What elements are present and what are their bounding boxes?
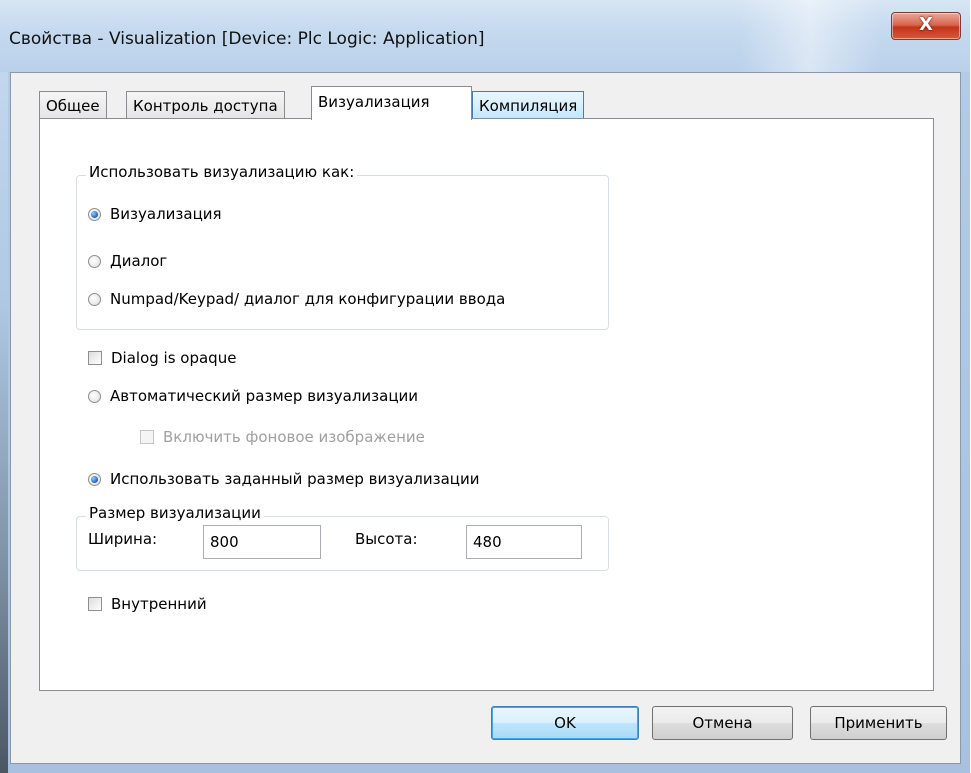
height-label: Высота: [355, 530, 418, 548]
radio-auto-size[interactable] [88, 389, 101, 403]
fixed-size-row[interactable]: Использовать заданный размер визуализаци… [88, 470, 480, 488]
background-image-checkbox[interactable] [140, 430, 154, 444]
properties-dialog-window: Свойства - Visualization [Device: Plc Lo… [0, 0, 970, 773]
tab-access-control[interactable]: Контроль доступа [126, 91, 285, 119]
radio-numpad[interactable] [88, 292, 101, 306]
background-image-row[interactable]: Включить фоновое изображение [140, 428, 425, 446]
apply-button[interactable]: Применить [810, 706, 947, 740]
tab-visualization-label: Визуализация [318, 93, 430, 111]
width-input[interactable]: 800 [203, 525, 321, 559]
tab-general[interactable]: Общее [39, 91, 107, 119]
use-as-group-caption: Использовать визуализацию как: [86, 163, 358, 181]
tab-access-control-label: Контроль доступа [133, 97, 278, 115]
radio-visualization-row[interactable]: Визуализация [88, 205, 222, 223]
background-image-label: Включить фоновое изображение [163, 428, 425, 446]
tab-general-label: Общее [46, 97, 100, 115]
radio-numpad-row[interactable]: Numpad/Keypad/ диалог для конфигурации в… [88, 290, 505, 308]
auto-size-label: Автоматический размер визуализации [110, 387, 419, 405]
radio-dialog[interactable] [88, 254, 101, 268]
title-bar[interactable]: Свойства - Visualization [Device: Plc Lo… [0, 0, 970, 72]
height-input[interactable]: 480 [466, 525, 582, 559]
close-button[interactable]: X [891, 12, 961, 40]
radio-visualization-label: Визуализация [110, 205, 222, 223]
visualization-tab-panel: Использовать визуализацию как: Визуализа… [39, 118, 934, 691]
ok-button[interactable]: OK [491, 706, 639, 740]
auto-size-row[interactable]: Автоматический размер визуализации [88, 387, 418, 405]
dialog-opaque-row[interactable]: Dialog is opaque [88, 349, 236, 367]
fixed-size-label: Использовать заданный размер визуализаци… [110, 470, 480, 488]
internal-row[interactable]: Внутренний [88, 595, 207, 613]
cancel-button[interactable]: Отмена [652, 706, 793, 740]
window-title: Свойства - Visualization [Device: Plc Lo… [9, 29, 485, 49]
radio-fixed-size[interactable] [88, 472, 101, 486]
height-value: 480 [473, 533, 502, 551]
internal-label: Внутренний [111, 595, 207, 613]
radio-dialog-row[interactable]: Диалог [88, 252, 167, 270]
tab-visualization[interactable]: Визуализация [311, 86, 472, 120]
width-value: 800 [210, 533, 239, 551]
dialog-client-area: Общее Контроль доступа Визуализация Комп… [10, 72, 961, 764]
close-icon: X [919, 14, 933, 35]
radio-dialog-label: Диалог [110, 252, 168, 270]
internal-checkbox[interactable] [88, 597, 102, 611]
window-frame-edge [0, 0, 8, 773]
dialog-opaque-checkbox[interactable] [88, 351, 102, 365]
radio-numpad-label: Numpad/Keypad/ диалог для конфигурации в… [110, 290, 506, 308]
tab-compilation-label: Компиляция [479, 97, 578, 115]
radio-visualization[interactable] [88, 207, 101, 221]
tab-compilation[interactable]: Компиляция [472, 91, 585, 119]
dialog-opaque-label: Dialog is opaque [111, 349, 237, 367]
size-group-caption: Размер визуализации [86, 504, 264, 522]
width-label: Ширина: [88, 530, 158, 548]
title-bar-glass [740, 0, 880, 72]
